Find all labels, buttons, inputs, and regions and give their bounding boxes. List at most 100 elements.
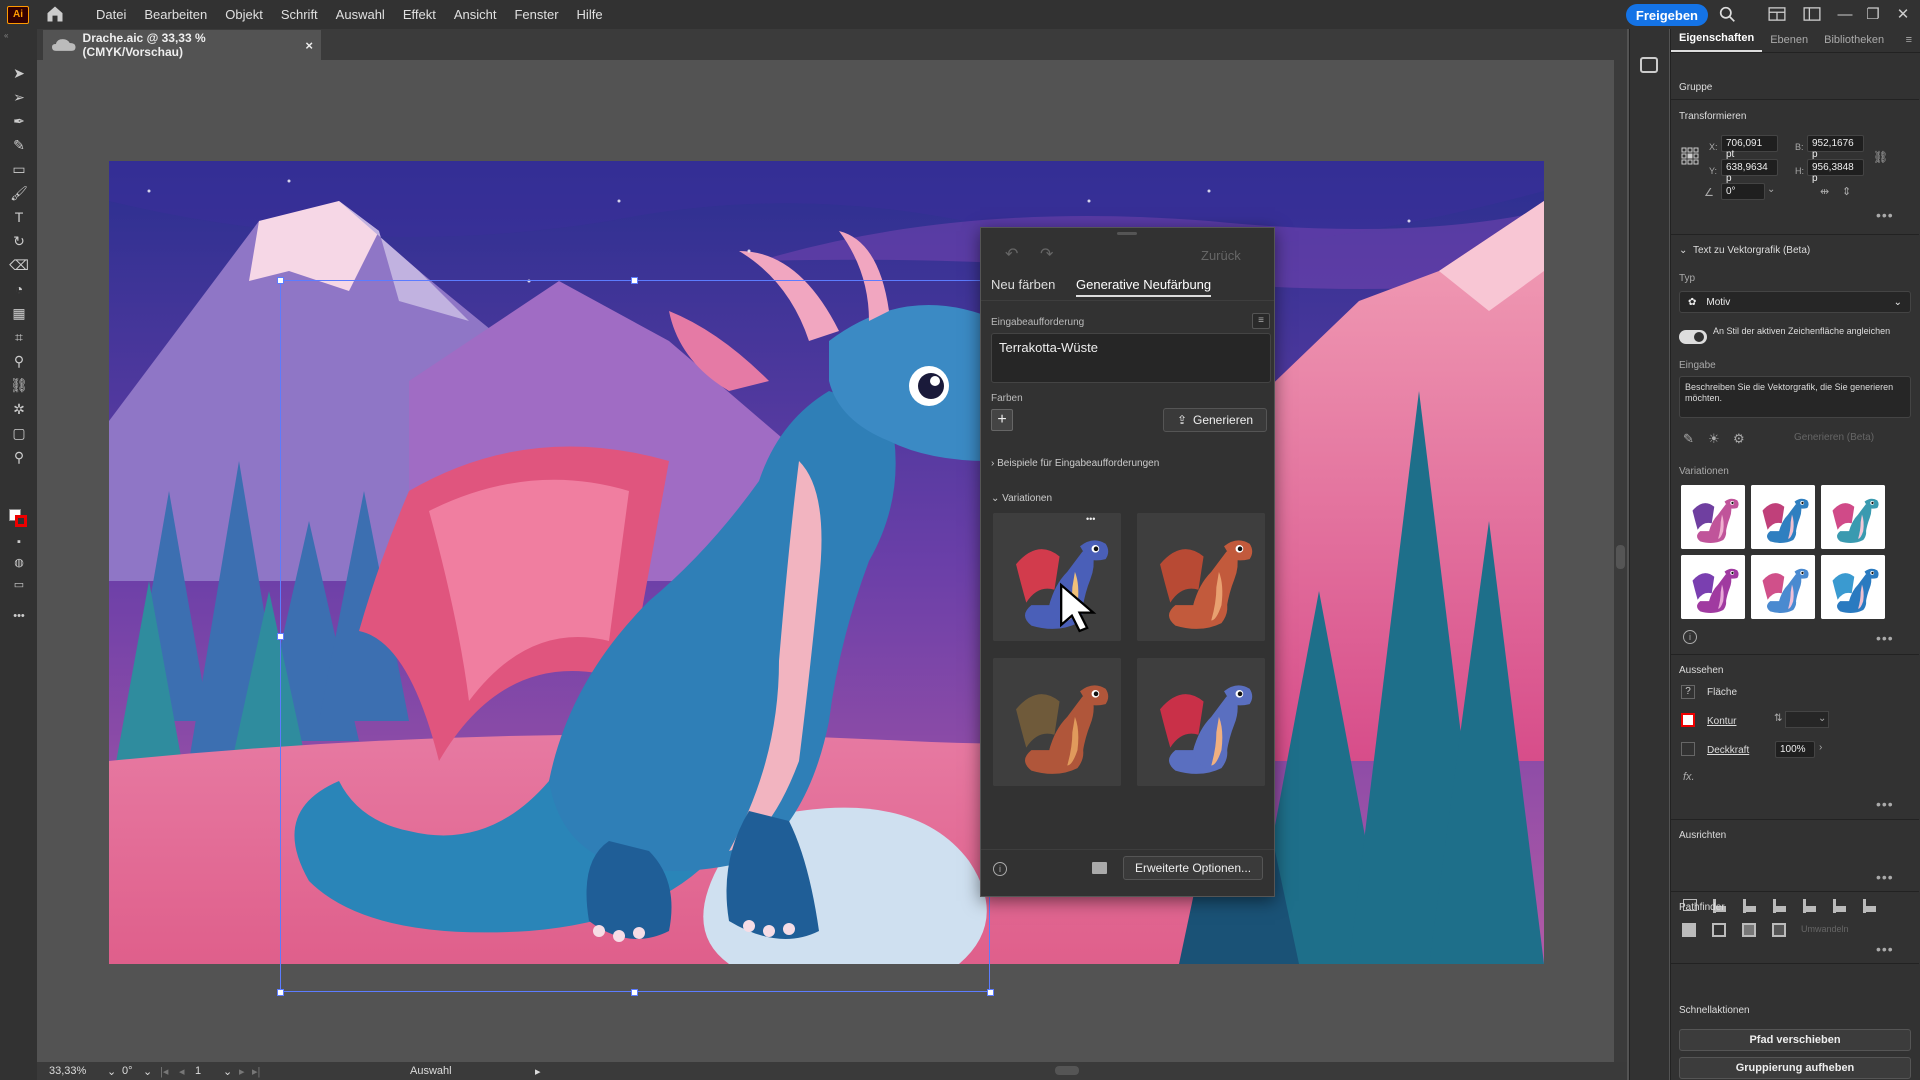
comments-icon[interactable] xyxy=(1640,57,1658,73)
prompt-options-icon[interactable]: ≡ xyxy=(1252,313,1270,329)
status-menu-icon[interactable]: ▸ xyxy=(535,1065,541,1078)
info-icon[interactable]: i xyxy=(1683,630,1697,644)
opacity-label[interactable]: Deckkraft xyxy=(1707,745,1749,756)
settings-gear-icon[interactable]: ⚙ xyxy=(1733,431,1745,447)
zoom-dropdown-icon[interactable]: ⌄ xyxy=(107,1065,116,1078)
menu-item-4[interactable]: Auswahl xyxy=(327,7,394,22)
resize-handle-bottom-left[interactable] xyxy=(277,989,284,996)
next-artboard-icon[interactable]: ▸ xyxy=(239,1065,245,1078)
tab-generative-recolor[interactable]: Generative Neufärbung xyxy=(1076,277,1212,297)
generate-button[interactable]: ⇪ Generieren xyxy=(1163,408,1267,432)
eyedropper-tool-icon[interactable]: ⚲ xyxy=(8,351,30,371)
expand-button[interactable]: Umwandeln xyxy=(1801,924,1849,934)
vector-variation-thumbnail-1[interactable] xyxy=(1681,485,1745,549)
x-position-field[interactable]: 706,091 pt xyxy=(1721,135,1778,160)
vertical-align-top-icon[interactable] xyxy=(1803,899,1819,913)
zoom-tool-icon[interactable]: ⚲ xyxy=(8,447,30,467)
horizontal-align-right-icon[interactable] xyxy=(1773,899,1789,913)
unite-icon[interactable] xyxy=(1682,923,1696,937)
minus-front-icon[interactable] xyxy=(1712,923,1726,937)
style-picker-icon[interactable]: ✎ xyxy=(1683,431,1694,447)
selection-tool-icon[interactable]: ➤ xyxy=(8,63,30,83)
menu-item-2[interactable]: Objekt xyxy=(216,7,272,22)
advanced-options-button[interactable]: Erweiterte Optionen... xyxy=(1123,856,1263,880)
arrange-documents-icon[interactable] xyxy=(1766,4,1788,24)
paintbrush-tool-icon[interactable]: 🖌 xyxy=(8,183,30,203)
more-options-icon[interactable]: ••• xyxy=(1876,630,1894,646)
text-to-vector-toggle[interactable]: ⌄ Text zu Vektorgrafik (Beta) xyxy=(1679,245,1810,256)
stroke-stepper-icon[interactable]: ⇅ xyxy=(1774,713,1782,724)
shape-builder-icon[interactable]: ◔ xyxy=(8,279,30,299)
workspace-icon[interactable] xyxy=(1801,4,1823,24)
back-button[interactable]: Zurück xyxy=(1201,248,1241,263)
reference-point-icon[interactable] xyxy=(1681,147,1699,165)
offset-path-button[interactable]: Pfad verschieben xyxy=(1679,1029,1911,1051)
resize-handle-top[interactable] xyxy=(631,277,638,284)
artboard-number[interactable]: 1 xyxy=(195,1065,201,1077)
tab-libraries[interactable]: Bibliotheken xyxy=(1816,34,1892,52)
type-tool-icon[interactable]: T xyxy=(8,207,30,227)
document-tab[interactable]: Drache.aic @ 33,33 % (CMYK/Vorschau) × xyxy=(43,30,321,60)
menu-item-0[interactable]: Datei xyxy=(87,7,135,22)
artboard-tool-icon[interactable]: ▢ xyxy=(8,423,30,443)
ungroup-button[interactable]: Gruppierung aufheben xyxy=(1679,1057,1911,1079)
add-color-button[interactable]: + xyxy=(991,409,1013,431)
stroke-swatch-icon[interactable] xyxy=(1681,713,1695,727)
more-options-icon[interactable]: ••• xyxy=(1876,207,1894,223)
vector-variation-thumbnail-3[interactable] xyxy=(1821,485,1885,549)
variation-thumbnail-3[interactable] xyxy=(993,658,1121,786)
rotation-dropdown-icon[interactable]: ⌄ xyxy=(143,1065,152,1078)
symbol-sprayer-icon[interactable]: ✲ xyxy=(8,399,30,419)
resize-handle-top-left[interactable] xyxy=(277,277,284,284)
chevron-right-icon[interactable]: › xyxy=(1819,742,1822,753)
resize-handle-bottom[interactable] xyxy=(631,989,638,996)
undo-icon[interactable]: ↶ xyxy=(1005,244,1018,264)
direct-selection-tool-icon[interactable]: ➢ xyxy=(8,87,30,107)
effects-fx-icon[interactable]: fx. xyxy=(1683,771,1695,783)
scroll-thumb[interactable] xyxy=(1616,545,1625,569)
eraser-tool-icon[interactable]: ⌫ xyxy=(8,255,30,275)
variations-toggle[interactable]: ⌄ Variationen xyxy=(991,493,1052,504)
minimize-icon[interactable]: — xyxy=(1834,4,1856,24)
screen-mode-icon[interactable]: ▭ xyxy=(8,574,30,594)
color-modes-icon[interactable]: ▪ xyxy=(8,532,30,552)
prompt-input[interactable]: Terrakotta-Wüste xyxy=(991,333,1271,383)
tab-properties[interactable]: Eigenschaften xyxy=(1671,32,1763,52)
previous-artboard-icon[interactable]: ◂ xyxy=(179,1065,185,1078)
more-options-icon[interactable]: ••• xyxy=(1876,796,1894,812)
variation-thumbnail-2[interactable] xyxy=(1137,513,1265,641)
dialog-drag-handle[interactable] xyxy=(1117,232,1137,235)
type-select[interactable]: ✿ Motiv ⌄ xyxy=(1679,291,1911,313)
tab-recolor[interactable]: Neu färben xyxy=(991,277,1055,292)
resize-handle-left[interactable] xyxy=(277,633,284,640)
tab-layers[interactable]: Ebenen xyxy=(1762,34,1816,52)
close-window-icon[interactable]: ✕ xyxy=(1892,4,1914,24)
menu-item-1[interactable]: Bearbeiten xyxy=(135,7,216,22)
first-artboard-icon[interactable]: |◂ xyxy=(160,1065,168,1078)
zoom-level[interactable]: 33,33% xyxy=(49,1065,86,1077)
prompt-examples-toggle[interactable]: › Beispiele für Eingabeaufforderungen xyxy=(991,458,1159,469)
curvature-tool-icon[interactable]: ✎ xyxy=(8,135,30,155)
pen-tool-icon[interactable]: ✒ xyxy=(8,111,30,131)
menu-item-7[interactable]: Fenster xyxy=(505,7,567,22)
rotation-dropdown-icon[interactable]: ⌄ xyxy=(1767,184,1775,195)
stroke-label[interactable]: Kontur xyxy=(1707,716,1736,727)
last-artboard-icon[interactable]: ▸| xyxy=(252,1065,260,1078)
redo-icon[interactable]: ↷ xyxy=(1040,244,1053,264)
rotation-field[interactable]: 0° xyxy=(1721,183,1765,200)
share-button[interactable]: Freigeben xyxy=(1625,4,1708,26)
width-field[interactable]: 952,1676 p xyxy=(1807,135,1864,160)
match-style-toggle[interactable] xyxy=(1679,330,1707,344)
mesh-tool-icon[interactable]: ⌗ xyxy=(8,327,30,347)
rotation-value[interactable]: 0° xyxy=(122,1065,133,1077)
draw-modes-icon[interactable]: ◍ xyxy=(8,552,30,572)
vector-variation-thumbnail-5[interactable] xyxy=(1751,555,1815,619)
collapse-toolbar-icon[interactable]: « xyxy=(4,31,33,40)
variation-thumbnail-4[interactable] xyxy=(1137,658,1265,786)
info-icon[interactable]: i xyxy=(993,862,1007,876)
edit-toolbar-icon[interactable]: ••• xyxy=(8,606,30,626)
fill-stroke-swatches-icon[interactable] xyxy=(8,509,30,529)
vector-variation-thumbnail-2[interactable] xyxy=(1751,485,1815,549)
selection-bounding-box[interactable] xyxy=(280,280,990,992)
vertical-scrollbar[interactable] xyxy=(1614,60,1627,1062)
